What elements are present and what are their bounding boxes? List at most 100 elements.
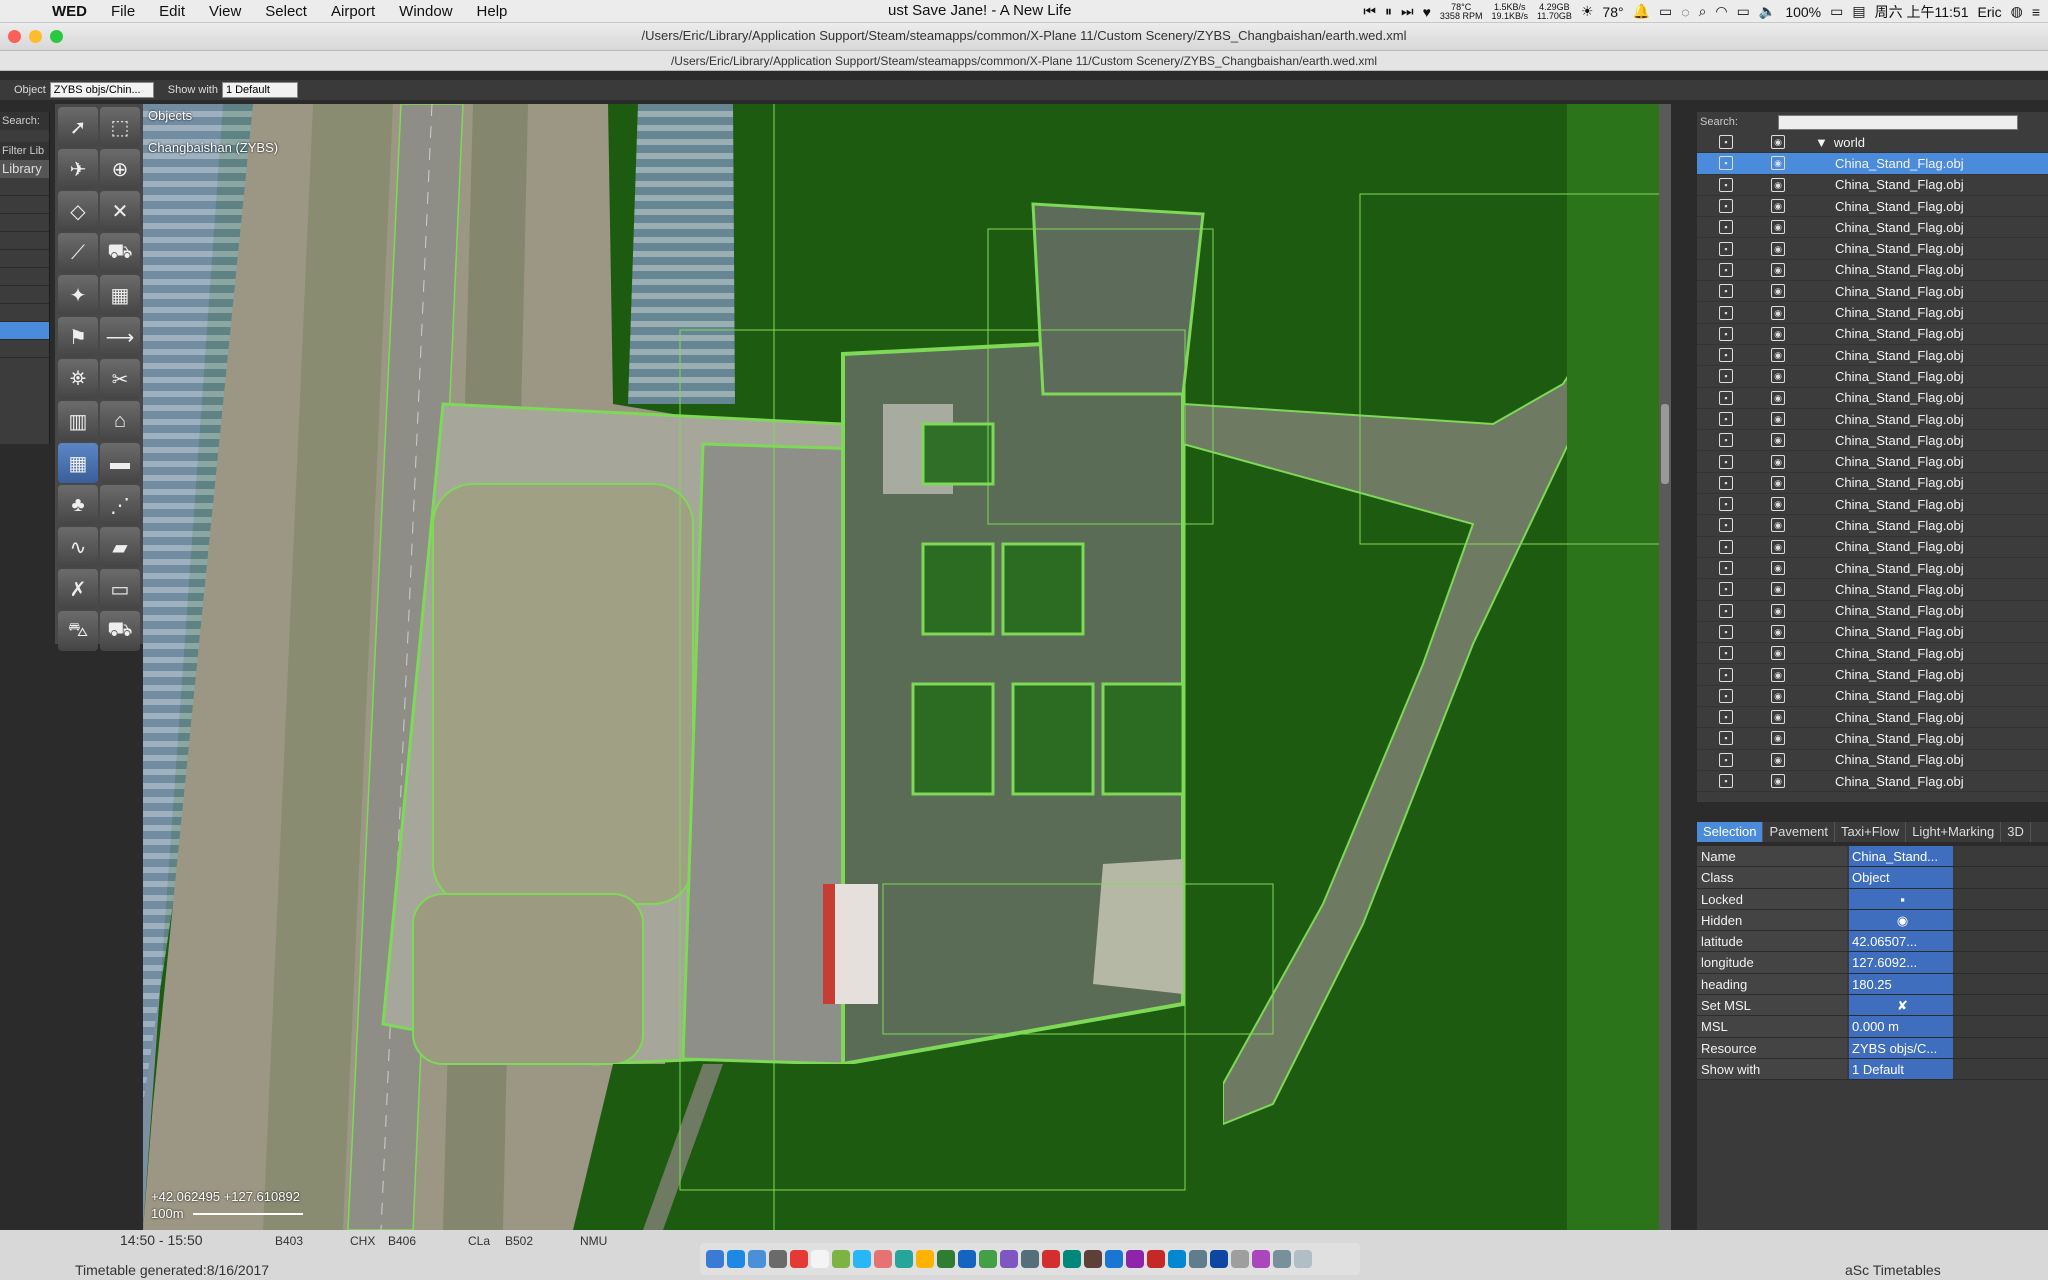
- visibility-toggle-icon[interactable]: ◉: [1771, 667, 1785, 682]
- tree-row[interactable]: ▪ ◉ China_Stand_Flag.obj: [1697, 281, 2048, 303]
- tree-row[interactable]: ▪ ◉ China_Stand_Flag.obj: [1697, 366, 2048, 388]
- string-tool-icon[interactable]: ∿: [58, 527, 98, 567]
- dock-app-icon[interactable]: [832, 1250, 850, 1268]
- visibility-toggle-icon[interactable]: ◉: [1771, 348, 1785, 363]
- visibility-toggle-icon[interactable]: ◉: [1771, 646, 1785, 661]
- tree-row[interactable]: ▪ ◉ China_Stand_Flag.obj: [1697, 579, 2048, 601]
- lock-toggle-icon[interactable]: ▪: [1719, 688, 1733, 703]
- property-value[interactable]: 42.06507...: [1849, 931, 1953, 952]
- dock-app-icon[interactable]: [706, 1250, 724, 1268]
- tab-selection[interactable]: Selection: [1697, 822, 1764, 842]
- object-resource-field[interactable]: ZYBS objs/Chin...: [49, 82, 154, 98]
- hierarchy-search-input[interactable]: [1777, 114, 2018, 130]
- library-item[interactable]: [0, 322, 49, 340]
- tree-row[interactable]: ▪ ◉ China_Stand_Flag.obj: [1697, 388, 2048, 409]
- lock-toggle-icon[interactable]: ▪: [1719, 603, 1733, 618]
- atc-tool-icon[interactable]: ⌂: [100, 401, 140, 441]
- lock-toggle-icon[interactable]: ▪: [1719, 199, 1733, 214]
- pause-icon[interactable]: ⏸: [1385, 3, 1392, 20]
- dock-app-icon[interactable]: [1021, 1250, 1039, 1268]
- flag-icon[interactable]: ▤: [1852, 3, 1865, 20]
- lock-toggle-icon[interactable]: ▪: [1719, 348, 1733, 363]
- dock-app-icon[interactable]: [874, 1250, 892, 1268]
- tree-row[interactable]: ▪ ◉ China_Stand_Flag.obj: [1697, 664, 2048, 686]
- tree-row[interactable]: ▪ ◉ China_Stand_Flag.obj: [1697, 686, 2048, 708]
- dock-app-icon[interactable]: [958, 1250, 976, 1268]
- lock-toggle-icon[interactable]: ▪: [1719, 135, 1733, 150]
- library-item[interactable]: [0, 268, 49, 286]
- line-tool-icon[interactable]: ⋰: [100, 485, 140, 525]
- previous-track-icon[interactable]: ⏮: [1363, 3, 1376, 20]
- weather-icon[interactable]: ☀: [1581, 3, 1594, 20]
- library-item[interactable]: [0, 232, 49, 250]
- visibility-toggle-icon[interactable]: ◉: [1771, 582, 1785, 597]
- lock-toggle-icon[interactable]: ▪: [1719, 752, 1733, 767]
- lock-toggle-icon[interactable]: ▪: [1719, 369, 1733, 384]
- boundary-tool-icon[interactable]: ⚑: [58, 317, 98, 357]
- property-value[interactable]: Object: [1849, 867, 1953, 888]
- lock-toggle-icon[interactable]: ▪: [1719, 262, 1733, 277]
- visibility-toggle-icon[interactable]: ◉: [1771, 688, 1785, 703]
- lock-toggle-icon[interactable]: ▪: [1719, 561, 1733, 576]
- dock-app-icon[interactable]: [895, 1250, 913, 1268]
- dock-app-icon[interactable]: [811, 1250, 829, 1268]
- visibility-toggle-icon[interactable]: ◉: [1771, 624, 1785, 639]
- tree-row[interactable]: ▪ ◉ China_Stand_Flag.obj: [1697, 217, 2048, 239]
- lock-toggle-icon[interactable]: ▪: [1719, 305, 1733, 320]
- tree-row[interactable]: ▪ ◉ China_Stand_Flag.obj: [1697, 153, 2048, 175]
- tower-viewpoint-tool-icon[interactable]: ✂: [100, 359, 140, 399]
- menu-view[interactable]: View: [197, 3, 253, 20]
- visibility-toggle-icon[interactable]: ◉: [1771, 177, 1785, 192]
- dock-app-icon[interactable]: [1294, 1250, 1312, 1268]
- dock-app-icon[interactable]: [979, 1250, 997, 1268]
- lock-toggle-icon[interactable]: ▪: [1719, 326, 1733, 341]
- dock-app-icon[interactable]: [1105, 1250, 1123, 1268]
- lock-toggle-icon[interactable]: ▪: [1719, 624, 1733, 639]
- property-value[interactable]: 1 Default: [1849, 1058, 1953, 1080]
- visibility-toggle-icon[interactable]: ◉: [1771, 305, 1785, 320]
- dock-app-icon[interactable]: [1231, 1250, 1249, 1268]
- tab-taxi-flow[interactable]: Taxi+Flow: [1835, 822, 1907, 842]
- library-item[interactable]: [0, 286, 49, 304]
- tree-row[interactable]: ▪ ◉ China_Stand_Flag.obj: [1697, 707, 2048, 729]
- sealane-tool-icon[interactable]: ◇: [58, 191, 98, 231]
- dock-app-icon[interactable]: [1210, 1250, 1228, 1268]
- visibility-toggle-icon[interactable]: ◉: [1771, 752, 1785, 767]
- visibility-toggle-icon[interactable]: ◉: [1771, 262, 1785, 277]
- vehicle-tool-icon[interactable]: ⛍: [58, 611, 98, 651]
- exclusion-tool-icon[interactable]: ✗: [58, 569, 98, 609]
- ramp-start-tool-icon[interactable]: ✕: [100, 191, 140, 231]
- visibility-toggle-icon[interactable]: ◉: [1771, 603, 1785, 618]
- visibility-toggle-icon[interactable]: ◉: [1771, 539, 1785, 554]
- dock-app-icon[interactable]: [916, 1250, 934, 1268]
- forest-tool-icon[interactable]: ♣: [58, 485, 98, 525]
- visibility-toggle-icon[interactable]: ◉: [1771, 220, 1785, 235]
- light-tool-icon[interactable]: ✦: [58, 275, 98, 315]
- library-header[interactable]: Library: [0, 160, 49, 178]
- tree-row[interactable]: ▪ ◉ China_Stand_Flag.obj: [1697, 537, 2048, 558]
- lock-toggle-icon[interactable]: ▪: [1719, 518, 1733, 533]
- menu-file[interactable]: File: [99, 3, 147, 20]
- visibility-toggle-icon[interactable]: ◉: [1771, 390, 1785, 405]
- lock-toggle-icon[interactable]: ▪: [1719, 710, 1733, 725]
- polygon-tool-icon[interactable]: ▰: [100, 527, 140, 567]
- map-view[interactable]: Objects Changbaishan (ZYBS) +42.062495 +…: [143, 104, 1671, 1230]
- lock-toggle-icon[interactable]: ▪: [1719, 475, 1733, 490]
- visibility-toggle-icon[interactable]: ◉: [1771, 156, 1785, 171]
- beacon-tool-icon[interactable]: ⛯: [58, 359, 98, 399]
- tree-row-world[interactable]: ▪ ◉ ▼ world: [1697, 132, 2048, 154]
- library-search-label[interactable]: Search:: [0, 112, 49, 130]
- marquee-tool-icon[interactable]: ⬚: [100, 107, 140, 147]
- visibility-toggle-icon[interactable]: ◉: [1771, 369, 1785, 384]
- wifi-icon[interactable]: ◠: [1715, 3, 1727, 20]
- visibility-toggle-icon[interactable]: ◉: [1771, 433, 1785, 448]
- tree-row[interactable]: ▪ ◉ China_Stand_Flag.obj: [1697, 302, 2048, 324]
- dock-app-icon[interactable]: [1147, 1250, 1165, 1268]
- visibility-toggle-icon[interactable]: ◉: [1771, 412, 1785, 426]
- lock-toggle-icon[interactable]: ▪: [1719, 667, 1733, 682]
- tree-row[interactable]: ▪ ◉ China_Stand_Flag.obj: [1697, 430, 2048, 452]
- map-vertical-scrollbar[interactable]: [1659, 104, 1671, 1230]
- visibility-toggle-icon[interactable]: ◉: [1771, 475, 1785, 490]
- tree-row[interactable]: ▪ ◉ China_Stand_Flag.obj: [1697, 558, 2048, 580]
- menu-help[interactable]: Help: [465, 3, 520, 20]
